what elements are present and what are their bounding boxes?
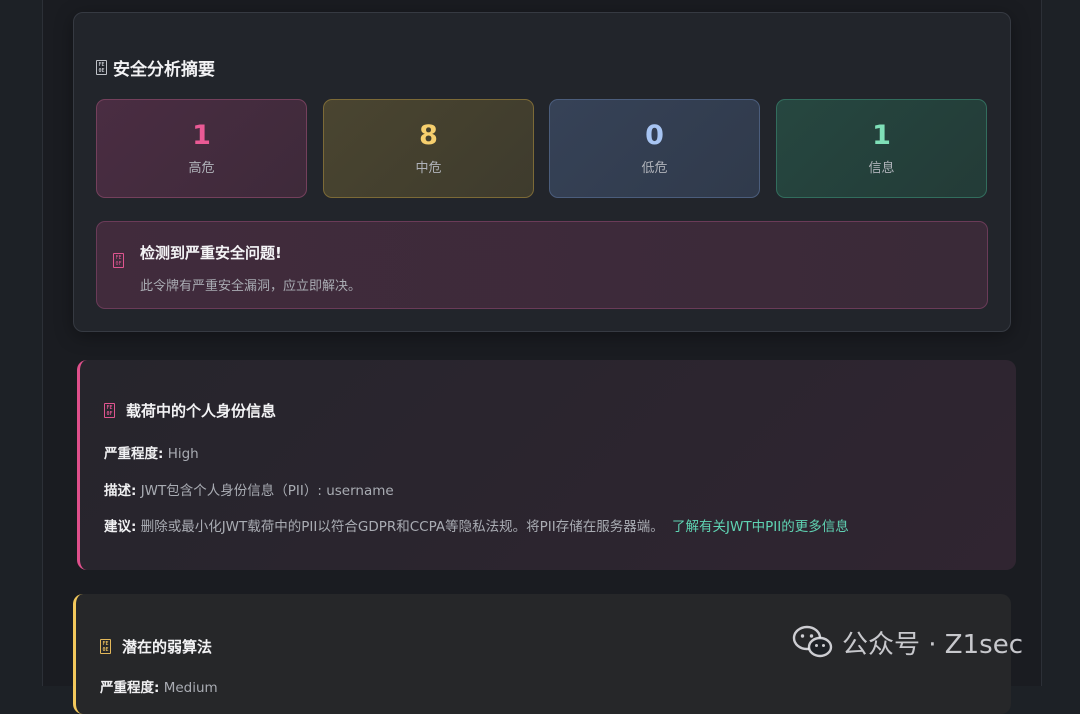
finding-pii: FE 0F 载荷中的个人身份信息 严重程度: High 描述: JWT包含个人身份…: [77, 360, 1016, 570]
severity-value: High: [167, 446, 199, 462]
key-icon: FE 0E: [100, 639, 111, 654]
severity-value: Medium: [163, 680, 218, 696]
severity-row: 严重程度: High: [104, 442, 199, 462]
description-row: 描述: JWT包含个人身份信息（PII）: username: [104, 479, 394, 499]
warning-icon: FE 0F: [113, 253, 124, 268]
learn-more-link[interactable]: 了解有关JWT中PII的更多信息: [672, 519, 849, 535]
recommendation-row: 建议: 删除或最小化JWT载荷中的PII以符合GDPR和CCPA等隐私法规。将P…: [104, 515, 849, 535]
stat-low: 0 低危: [549, 99, 760, 198]
stat-info-label: 信息: [868, 161, 895, 176]
stat-info-value: 1: [872, 120, 891, 151]
finding-title-text: 潜在的弱算法: [122, 638, 213, 656]
severity-label: 严重程度:: [100, 680, 160, 696]
summary-title: FE 0E 安全分析摘要: [96, 55, 215, 80]
severity-row: 严重程度: Medium: [100, 676, 218, 696]
wechat-icon: [792, 625, 833, 658]
finding-title-text: 载荷中的个人身份信息: [126, 402, 277, 420]
finding-title: FE 0E 潜在的弱算法: [100, 636, 212, 657]
description-label: 描述:: [104, 483, 137, 499]
critical-alert: FE 0F 检测到严重安全问题! 此令牌有严重安全漏洞，应立即解决。: [96, 221, 988, 309]
summary-title-text: 安全分析摘要: [113, 60, 215, 80]
chart-icon: FE 0E: [96, 60, 107, 75]
severity-label: 严重程度:: [104, 446, 164, 462]
watermark-text: 公众号 · Z1sec: [842, 629, 1023, 660]
stat-medium: 8 中危: [323, 99, 534, 198]
finding-title: FE 0F 载荷中的个人身份信息: [104, 400, 276, 421]
stat-medium-value: 8: [419, 120, 438, 151]
description-value: JWT包含个人身份信息（PII）: username: [140, 483, 394, 499]
stat-low-label: 低危: [641, 161, 668, 176]
stat-high: 1 高危: [96, 99, 307, 198]
security-summary-card: FE 0E 安全分析摘要 1 高危 8 中危 0 低危 1 信息 FE 0F 检测到…: [73, 12, 1011, 332]
stat-high-value: 1: [192, 120, 211, 151]
alert-description: 此令牌有严重安全漏洞，应立即解决。: [140, 279, 362, 294]
stat-medium-label: 中危: [415, 161, 442, 176]
person-icon: FE 0F: [104, 403, 115, 418]
recommendation-label: 建议:: [104, 519, 137, 535]
watermark: 公众号 · Z1sec: [792, 622, 1023, 662]
recommendation-value: 删除或最小化JWT载荷中的PII以符合GDPR和CCPA等隐私法规。将PII存储…: [140, 519, 664, 535]
stat-low-value: 0: [645, 120, 664, 151]
stat-high-label: 高危: [188, 161, 215, 176]
alert-title: 检测到严重安全问题!: [140, 244, 282, 262]
stat-info: 1 信息: [776, 99, 987, 198]
